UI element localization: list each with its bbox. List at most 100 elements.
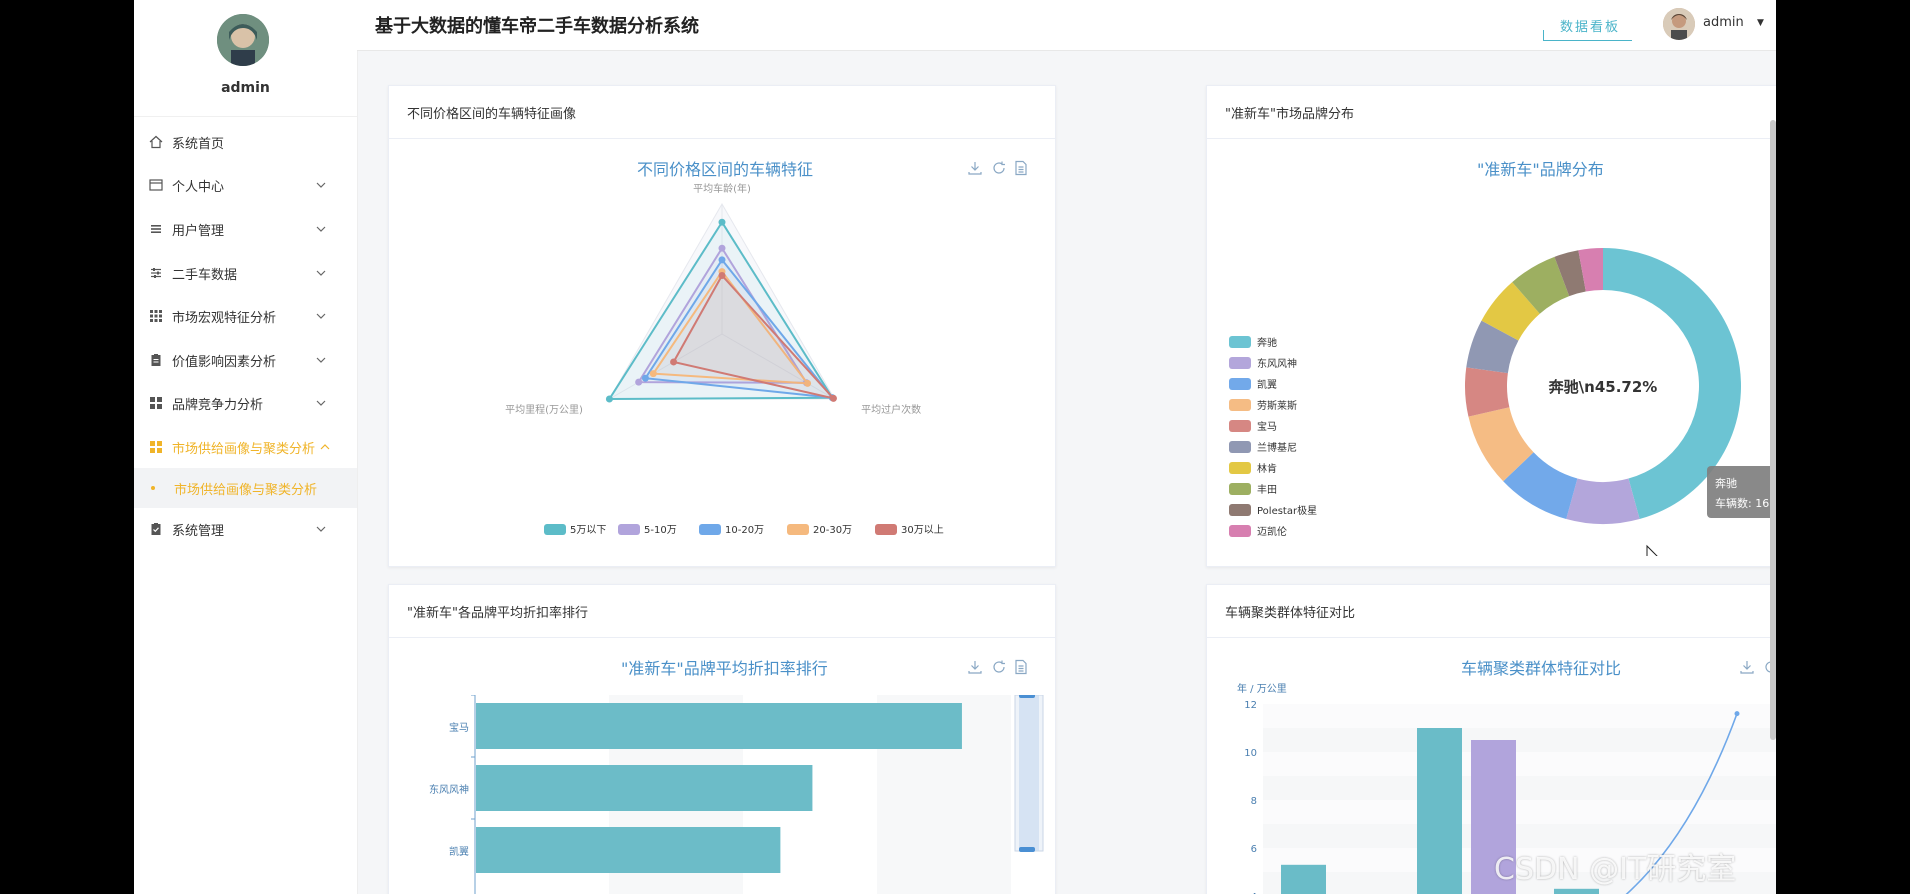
legend-swatch — [1229, 462, 1251, 474]
sidebar-item-label: 用户管理 — [172, 223, 225, 239]
radar-point — [670, 358, 678, 366]
tooltip-value: 车辆数: 16 (45.72%) — [1715, 496, 1776, 510]
clipboard-check-icon — [148, 521, 164, 537]
radar-point — [718, 256, 726, 264]
radar-point — [718, 244, 726, 252]
refresh-icon[interactable] — [991, 160, 1007, 176]
legend-label: 丰田 — [1257, 483, 1277, 496]
legend-label: 林肯 — [1257, 462, 1277, 475]
download-icon[interactable] — [967, 160, 983, 176]
chevron-down-icon — [316, 182, 326, 188]
legend-label: 10-20万 — [725, 525, 764, 536]
category-label: 凯翼 — [449, 845, 469, 858]
legend-swatch — [875, 524, 897, 535]
refresh-icon[interactable] — [991, 659, 1007, 675]
sidebar-item-label: 个人中心 — [172, 179, 225, 195]
sidebar-item-value-factors[interactable]: 价值影响因素分析 — [134, 340, 357, 380]
sidebar-subitem-label: 市场供给画像与聚类分析 — [174, 482, 318, 498]
legend-swatch — [1229, 357, 1251, 369]
legend-swatch — [1229, 378, 1251, 390]
legend-swatch — [1229, 420, 1251, 432]
legend-label: Polestar极星 — [1257, 504, 1317, 517]
y-axis-title-left: 年 / 万公里 — [1237, 682, 1287, 695]
tooltip-box — [1707, 466, 1776, 518]
grid-icon — [148, 308, 164, 324]
sidebar-item-brand-competition[interactable]: 品牌竞争力分析 — [134, 383, 357, 423]
page-scrollbar[interactable] — [1770, 120, 1776, 740]
sidebar-item-label: 二手车数据 — [172, 267, 238, 283]
bar — [1281, 864, 1326, 894]
bar — [1554, 888, 1599, 894]
line-point — [1734, 711, 1740, 717]
page-title: 基于大数据的懂车帝二手车数据分析系统 — [375, 16, 699, 37]
sidebar-item-macro-analysis[interactable]: 市场宏观特征分析 — [134, 296, 357, 336]
sidebar-item-system[interactable]: 系统管理 — [134, 509, 357, 549]
legend-label: 宝马 — [1257, 420, 1277, 433]
sidebar-divider — [134, 116, 357, 117]
sidebar-item-used-car-data[interactable]: 二手车数据 — [134, 253, 357, 293]
y-tick-label-left: 6 — [1251, 844, 1257, 855]
dashboard-link[interactable]: 数据看板 — [1560, 16, 1620, 35]
radar-point — [605, 395, 613, 403]
chevron-up-icon — [320, 444, 330, 450]
legend-label: 奔驰 — [1257, 336, 1277, 349]
data-view-icon[interactable] — [1013, 160, 1029, 176]
sidebar-item-label: 系统首页 — [172, 136, 225, 152]
list-icon — [148, 221, 164, 237]
radar-point — [718, 272, 726, 279]
donut-card: "准新车"市场品牌分布 "准新车"品牌分布 奔驰\n45.72% 奔驰 东风风神 凯翼… — [1206, 85, 1776, 567]
discount-rank-card: "准新车"各品牌平均折扣率排行 "准新车"品牌平均折扣率排行 宝马 东风风神 凯翼 — [388, 584, 1056, 894]
donut-chart: 奔驰\n45.72%奔驰东风风神凯翼劳斯莱斯宝马兰博基尼林肯丰田Polestar… — [1229, 248, 1776, 556]
radar-card: 不同价格区间的车辆特征画像 不同价格区间的车辆特征 平均车龄(年) 平均过户次数平… — [388, 85, 1056, 567]
caret-down-icon[interactable]: ▼ — [1757, 18, 1764, 28]
sidebar-item-label: 市场供给画像与聚类分析 — [172, 441, 316, 457]
sidebar-item-supply-clustering[interactable]: 市场供给画像与聚类分析 — [134, 427, 357, 467]
donut-center-label: 奔驰\n45.72% — [1548, 378, 1658, 396]
radar-point — [829, 394, 837, 402]
discount-bar-chart: 宝马东风风神凯翼 — [429, 695, 1044, 894]
legend-swatch — [544, 524, 566, 535]
legend-swatch — [1229, 399, 1251, 411]
tiles-icon — [148, 395, 164, 411]
bar — [476, 827, 781, 873]
header-avatar[interactable] — [1663, 8, 1695, 40]
sidebar-subitem-supply-clustering[interactable]: 市场供给画像与聚类分析 — [134, 468, 357, 508]
radar-indicator-label: 平均里程(万公里) — [505, 404, 583, 416]
sidebar-avatar[interactable] — [217, 14, 269, 66]
legend-label: 30万以上 — [901, 524, 944, 536]
y-tick-label-left: 8 — [1251, 796, 1257, 807]
legend-swatch — [1229, 525, 1251, 537]
download-icon[interactable] — [967, 659, 983, 675]
sidebar-username: admin — [221, 80, 270, 96]
active-dot — [151, 486, 155, 490]
card-header: 不同价格区间的车辆特征画像 — [389, 86, 1055, 139]
bar — [476, 703, 962, 749]
chevron-down-icon — [316, 400, 326, 406]
radar-indicator-label: 平均车龄(年) — [693, 182, 751, 195]
legend-label: 5-10万 — [644, 525, 677, 536]
download-icon[interactable] — [1739, 659, 1755, 675]
sidebar-item-home[interactable]: 系统首页 — [134, 122, 357, 162]
legend-swatch — [787, 524, 809, 535]
header-username[interactable]: admin — [1703, 15, 1744, 30]
legend-label: 5万以下 — [570, 525, 606, 536]
plot-band — [1263, 776, 1776, 800]
legend-label: 20-30万 — [813, 525, 852, 536]
sidebar-item-users[interactable]: 用户管理 — [134, 209, 357, 249]
legend-swatch — [618, 524, 640, 535]
plot-band — [1263, 800, 1776, 824]
card-title: "准新车"各品牌平均折扣率排行 — [407, 606, 588, 621]
plot-band — [1263, 728, 1776, 752]
legend-label: 劳斯莱斯 — [1257, 399, 1297, 412]
category-label: 宝马 — [449, 721, 469, 734]
sidebar-item-label: 系统管理 — [172, 523, 225, 539]
radar-chart: 平均车龄(年) 平均过户次数 平均里程(万公里) 5万以下 5-10万 10-20万 20-… — [505, 182, 944, 536]
datazoom-handle — [1019, 847, 1035, 852]
data-view-icon[interactable] — [1013, 659, 1029, 675]
radar-point — [635, 378, 643, 386]
tooltip-title: 奔驰 — [1715, 476, 1737, 490]
chart-title: 车辆聚类群体特征对比 — [1461, 659, 1622, 678]
y-tick-label-left: 12 — [1244, 700, 1257, 711]
chevron-down-icon — [316, 226, 326, 232]
sidebar-item-personal[interactable]: 个人中心 — [134, 165, 357, 205]
